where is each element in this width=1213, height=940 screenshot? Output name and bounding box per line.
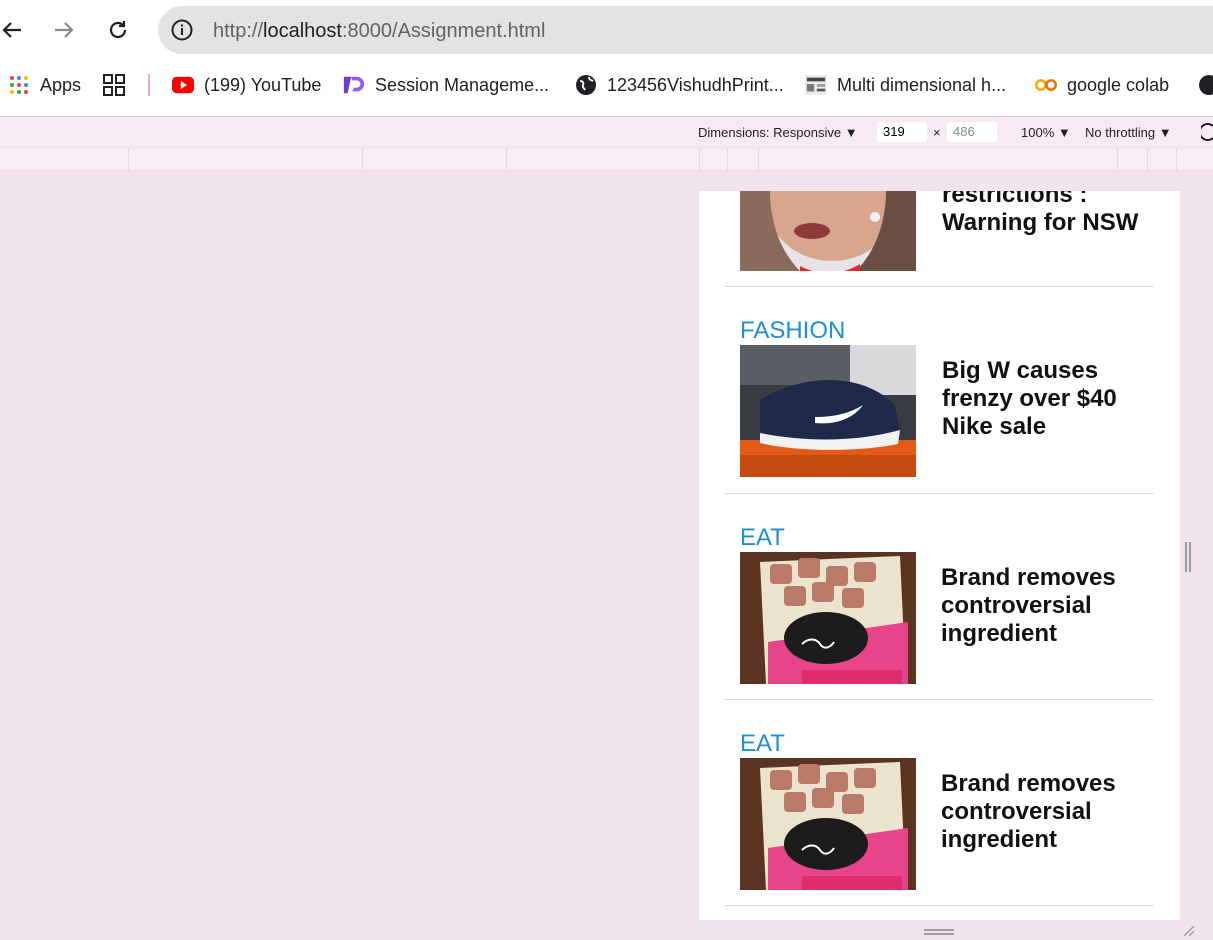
session-manager-icon — [343, 74, 365, 96]
article-category[interactable]: FASHION — [740, 317, 845, 345]
throttling-dropdown[interactable]: No throttling ▼ — [1085, 125, 1172, 140]
headline-line: Big W causes — [942, 357, 1099, 384]
bookmark-label: (199) YouTube — [204, 74, 322, 95]
article-headline[interactable]: Brand removes controversial ingredient — [941, 770, 1141, 854]
dimensions-dropdown[interactable]: Dimensions: Responsive ▼ — [698, 125, 858, 140]
site-info-icon[interactable] — [170, 18, 194, 42]
headline-line: restrictions : — [942, 191, 1088, 208]
headline-line: ingredient — [941, 620, 1058, 647]
bookmark-label: 123456VishudhPrint... — [607, 74, 784, 95]
article-category[interactable]: EAT — [740, 730, 785, 758]
article-image — [740, 758, 916, 890]
bookmark-youtube[interactable]: (199) YouTube — [172, 73, 321, 97]
device-toolbar: Dimensions: Responsive ▼ 319 × 486 100% … — [0, 117, 1213, 147]
globe-icon — [1198, 74, 1213, 96]
thumbnail-icon — [805, 74, 827, 96]
resize-corner-icon[interactable] — [1180, 922, 1196, 938]
article-image — [740, 345, 916, 477]
bookmark-google-colab[interactable]: google colab — [1035, 73, 1169, 97]
bookmark-label: Apps — [40, 74, 82, 95]
height-input[interactable]: 486 — [947, 122, 997, 142]
device-viewport[interactable]: restrictions : Warning for NSW FASHION B… — [698, 191, 1180, 920]
ruler-tick — [506, 148, 507, 170]
bookmark-label: google colab — [1067, 74, 1170, 95]
ruler-tick — [699, 148, 700, 170]
ruler-tick — [362, 148, 363, 170]
reload-button[interactable] — [100, 12, 136, 48]
tab-groups-icon — [103, 74, 125, 96]
bookmark-label: Multi dimensional h... — [837, 74, 1007, 95]
browser-toolbar: http://localhost:8000/Assignment.html Ap… — [0, 0, 1213, 117]
rotate-icon[interactable] — [1198, 123, 1213, 144]
article-card[interactable]: FASHION Big W causes frenzy over $40 Nik… — [724, 286, 1154, 494]
apps-grid-icon — [8, 74, 30, 96]
headline-line: Brand removes — [941, 564, 1116, 591]
headline-line: controversial — [941, 592, 1092, 619]
headline-line: controversial — [941, 798, 1092, 825]
ruler-tick — [1176, 148, 1177, 170]
tab-groups-button[interactable] — [103, 73, 135, 97]
ruler-tick — [1117, 148, 1118, 170]
article-card[interactable]: restrictions : Warning for NSW — [724, 191, 1154, 287]
address-bar[interactable]: http://localhost:8000/Assignment.html — [158, 6, 1213, 54]
ruler-tick — [727, 148, 728, 170]
globe-icon — [575, 74, 597, 96]
bookmark-vishudh[interactable]: 123456VishudhPrint... — [575, 73, 784, 97]
bookmark-label: Session Manageme... — [375, 74, 550, 95]
viewport-width-handle[interactable] — [1185, 542, 1191, 572]
headline-line: Warning for NSW — [942, 209, 1139, 236]
bookmark-multi-dimensional[interactable]: Multi dimensional h... — [805, 73, 1006, 97]
bookmark-overflow[interactable] — [1198, 73, 1213, 97]
article-headline[interactable]: Big W causes frenzy over $40 Nike sale — [942, 357, 1142, 441]
back-arrow-icon — [2, 22, 21, 38]
forward-button[interactable] — [46, 12, 82, 48]
viewport-height-handle[interactable] — [924, 929, 954, 935]
dropdown-caret-icon: ▼ — [1158, 125, 1172, 140]
article-image — [740, 191, 916, 271]
dropdown-caret-icon: ▼ — [1057, 125, 1071, 140]
forward-arrow-icon — [55, 22, 74, 38]
bookmark-session-manager[interactable]: Session Manageme... — [343, 73, 549, 97]
colab-icon — [1035, 74, 1057, 96]
media-query-ruler — [0, 147, 1213, 171]
article-category[interactable]: EAT — [740, 524, 785, 552]
back-button[interactable] — [0, 12, 30, 48]
zoom-dropdown[interactable]: 100% ▼ — [1021, 125, 1071, 140]
ruler-tick — [758, 148, 759, 170]
headline-line: Nike sale — [942, 413, 1047, 440]
bookmark-separator — [148, 74, 150, 96]
article-image — [740, 552, 916, 684]
url-text[interactable]: http://localhost:8000/Assignment.html — [213, 20, 545, 43]
youtube-icon — [172, 74, 194, 96]
ruler-tick — [128, 148, 129, 170]
article-card[interactable]: EAT Brand removes controversial ingredie… — [724, 493, 1154, 700]
bookmark-apps[interactable]: Apps — [8, 73, 81, 97]
bookmarks-bar: Apps (199) YouTube Session Manageme... 1… — [0, 66, 1213, 104]
headline-line: ingredient — [941, 826, 1058, 853]
width-input[interactable]: 319 — [877, 122, 927, 142]
article-headline[interactable]: restrictions : Warning for NSW — [942, 191, 1152, 237]
article-headline[interactable]: Brand removes controversial ingredient — [941, 564, 1141, 648]
article-card[interactable]: EAT Brand removes controversial ingredie… — [724, 699, 1154, 906]
headline-line: frenzy over $40 — [942, 385, 1117, 412]
headline-line: Brand removes — [941, 770, 1116, 797]
ruler-tick — [1147, 148, 1148, 170]
dropdown-caret-icon: ▼ — [844, 125, 858, 140]
times-symbol: × — [933, 125, 941, 140]
reload-icon — [109, 21, 127, 39]
